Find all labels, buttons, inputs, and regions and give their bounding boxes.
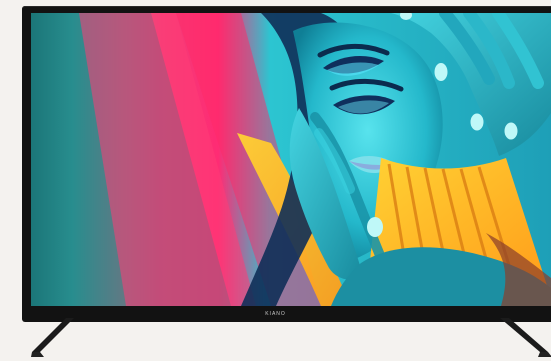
left-stand-foot (31, 318, 74, 357)
brand-label: KIANO (265, 311, 286, 317)
tv-screen-image (31, 13, 551, 306)
product-photo: KIANO (0, 0, 551, 361)
right-stand-foot (500, 318, 551, 357)
